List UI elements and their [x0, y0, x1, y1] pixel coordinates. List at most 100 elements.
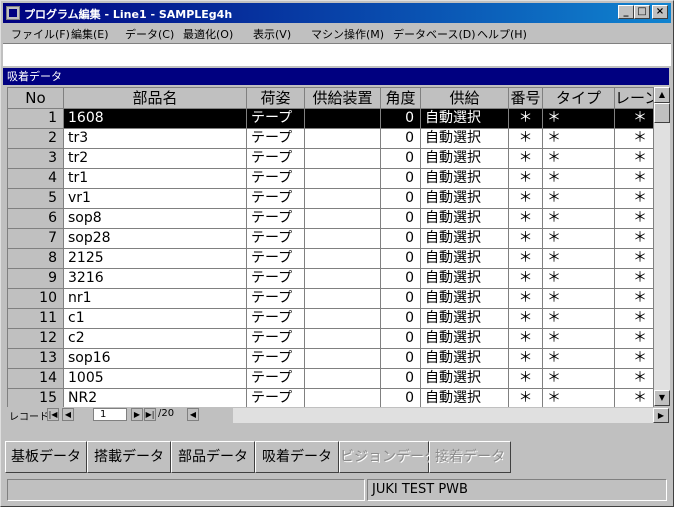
cell-angle[interactable]: 0	[381, 209, 421, 229]
cell-angle[interactable]: 0	[381, 149, 421, 169]
menu-optimize[interactable]: 最適化(O)	[183, 26, 233, 42]
cell-number[interactable]: ＊	[509, 249, 543, 269]
cell-supply[interactable]: 自動選択	[421, 349, 509, 369]
cell-packing[interactable]: テープ	[247, 229, 305, 249]
cell-number[interactable]: ＊	[509, 369, 543, 389]
cell-part-name[interactable]: tr2	[64, 149, 247, 169]
cell-supply[interactable]: 自動選択	[421, 309, 509, 329]
cell-feeder[interactable]	[305, 349, 381, 369]
cell-supply[interactable]: 自動選択	[421, 369, 509, 389]
cell-part-name[interactable]: c2	[64, 329, 247, 349]
prev-record-icon[interactable]: ◀	[62, 408, 74, 421]
cell-angle[interactable]: 0	[381, 169, 421, 189]
vertical-scrollbar[interactable]: ▲ ▼	[654, 87, 670, 406]
maximize-icon[interactable]: □	[634, 5, 650, 19]
cell-no[interactable]: 1	[8, 109, 64, 129]
menu-data[interactable]: データ(C)	[125, 26, 174, 42]
cell-feeder[interactable]	[305, 109, 381, 129]
minimize-icon[interactable]: _	[618, 5, 634, 19]
last-record-icon[interactable]: ▶|	[144, 408, 156, 421]
cell-packing[interactable]: テープ	[247, 349, 305, 369]
cell-no[interactable]: 4	[8, 169, 64, 189]
cell-number[interactable]: ＊	[509, 189, 543, 209]
cell-angle[interactable]: 0	[381, 309, 421, 329]
cell-lane[interactable]: ＊	[615, 369, 654, 389]
cell-lane[interactable]: ＊	[615, 309, 654, 329]
cell-feeder[interactable]	[305, 169, 381, 189]
menu-machine[interactable]: マシン操作(M)	[311, 26, 384, 42]
cell-type[interactable]: ＊	[543, 109, 615, 129]
cell-angle[interactable]: 0	[381, 109, 421, 129]
cell-type[interactable]: ＊	[543, 129, 615, 149]
first-record-icon[interactable]: |◀	[47, 408, 59, 421]
cell-feeder[interactable]	[305, 129, 381, 149]
cell-type[interactable]: ＊	[543, 269, 615, 289]
cell-lane[interactable]: ＊	[615, 149, 654, 169]
cell-feeder[interactable]	[305, 329, 381, 349]
cell-type[interactable]: ＊	[543, 169, 615, 189]
cell-part-name[interactable]: tr1	[64, 169, 247, 189]
cell-packing[interactable]: テープ	[247, 129, 305, 149]
cell-part-name[interactable]: 3216	[64, 269, 247, 289]
tab-pickup-data[interactable]: 吸着データ	[255, 441, 339, 473]
cell-supply[interactable]: 自動選択	[421, 109, 509, 129]
cell-type[interactable]: ＊	[543, 229, 615, 249]
cell-part-name[interactable]: 1005	[64, 369, 247, 389]
cell-part-name[interactable]: vr1	[64, 189, 247, 209]
cell-number[interactable]: ＊	[509, 329, 543, 349]
col-header-no[interactable]: No	[8, 88, 64, 109]
tab-part-data[interactable]: 部品データ	[171, 441, 255, 473]
cell-number[interactable]: ＊	[509, 109, 543, 129]
cell-number[interactable]: ＊	[509, 149, 543, 169]
cell-no[interactable]: 7	[8, 229, 64, 249]
cell-feeder[interactable]	[305, 249, 381, 269]
cell-lane[interactable]: ＊	[615, 389, 654, 407]
cell-supply[interactable]: 自動選択	[421, 269, 509, 289]
cell-lane[interactable]: ＊	[615, 109, 654, 129]
cell-type[interactable]: ＊	[543, 209, 615, 229]
col-header-feeder[interactable]: 供給装置	[305, 88, 381, 109]
cell-type[interactable]: ＊	[543, 389, 615, 407]
cell-packing[interactable]: テープ	[247, 209, 305, 229]
cell-number[interactable]: ＊	[509, 229, 543, 249]
cell-no[interactable]: 13	[8, 349, 64, 369]
tab-board-data[interactable]: 基板データ	[5, 441, 87, 473]
cell-packing[interactable]: テープ	[247, 329, 305, 349]
cell-part-name[interactable]: tr3	[64, 129, 247, 149]
cell-no[interactable]: 8	[8, 249, 64, 269]
cell-packing[interactable]: テープ	[247, 109, 305, 129]
col-header-angle[interactable]: 角度	[381, 88, 421, 109]
cell-type[interactable]: ＊	[543, 349, 615, 369]
cell-angle[interactable]: 0	[381, 389, 421, 407]
cell-angle[interactable]: 0	[381, 269, 421, 289]
cell-angle[interactable]: 0	[381, 329, 421, 349]
cell-supply[interactable]: 自動選択	[421, 129, 509, 149]
cell-type[interactable]: ＊	[543, 249, 615, 269]
next-record-icon[interactable]: ▶	[131, 408, 143, 421]
col-header-part-name[interactable]: 部品名	[64, 88, 247, 109]
cell-no[interactable]: 5	[8, 189, 64, 209]
cell-packing[interactable]: テープ	[247, 389, 305, 407]
cell-no[interactable]: 14	[8, 369, 64, 389]
cell-type[interactable]: ＊	[543, 369, 615, 389]
cell-packing[interactable]: テープ	[247, 169, 305, 189]
col-header-supply[interactable]: 供給	[421, 88, 509, 109]
cell-supply[interactable]: 自動選択	[421, 189, 509, 209]
cell-supply[interactable]: 自動選択	[421, 389, 509, 407]
scroll-up-icon[interactable]: ▲	[654, 87, 670, 103]
cell-part-name[interactable]: NR2	[64, 389, 247, 407]
cell-packing[interactable]: テープ	[247, 149, 305, 169]
cell-no[interactable]: 11	[8, 309, 64, 329]
cell-number[interactable]: ＊	[509, 169, 543, 189]
cell-no[interactable]: 12	[8, 329, 64, 349]
cell-no[interactable]: 10	[8, 289, 64, 309]
menu-help[interactable]: ヘルプ(H)	[477, 26, 527, 42]
cell-packing[interactable]: テープ	[247, 189, 305, 209]
cell-number[interactable]: ＊	[509, 389, 543, 407]
cell-no[interactable]: 9	[8, 269, 64, 289]
cell-part-name[interactable]: sop28	[64, 229, 247, 249]
cell-type[interactable]: ＊	[543, 309, 615, 329]
cell-no[interactable]: 2	[8, 129, 64, 149]
cell-part-name[interactable]: c1	[64, 309, 247, 329]
cell-part-name[interactable]: sop8	[64, 209, 247, 229]
